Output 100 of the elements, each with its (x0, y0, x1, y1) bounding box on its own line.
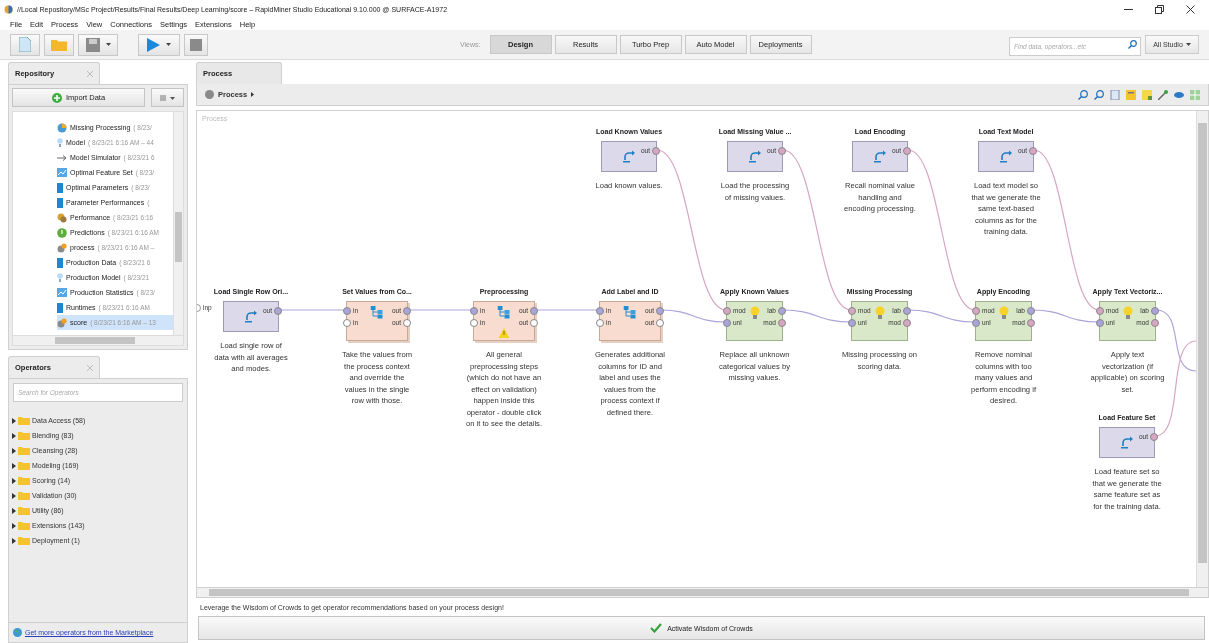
port[interactable] (1151, 319, 1159, 327)
table-icon (57, 182, 63, 193)
note-icon[interactable] (1126, 89, 1136, 100)
port[interactable] (778, 147, 786, 155)
port[interactable] (1096, 319, 1104, 327)
port[interactable] (656, 319, 664, 327)
retrieve-icon (622, 150, 636, 163)
port[interactable] (778, 319, 786, 327)
new-button[interactable] (10, 33, 40, 56)
menu-button[interactable] (151, 88, 184, 107)
port[interactable] (652, 147, 660, 155)
note-icon[interactable] (1142, 89, 1152, 100)
port[interactable] (470, 307, 478, 315)
port[interactable] (596, 319, 604, 327)
port[interactable] (1096, 307, 1104, 315)
search-icon (1128, 40, 1137, 49)
expand-arrow-icon[interactable] (12, 492, 16, 499)
port[interactable] (1150, 433, 1158, 441)
zoom-in-icon[interactable] (1078, 89, 1088, 100)
expand-arrow-icon[interactable] (12, 507, 16, 514)
folder-icon (18, 476, 30, 485)
folder-icon (51, 38, 67, 51)
checkmark-icon (650, 623, 663, 633)
port[interactable] (274, 307, 282, 315)
wand-icon[interactable] (1158, 89, 1168, 100)
table-icon (57, 257, 63, 268)
save-button[interactable] (78, 33, 118, 56)
expand-arrow-icon[interactable] (12, 537, 16, 544)
expand-arrow-icon[interactable] (12, 477, 16, 484)
port[interactable] (530, 307, 538, 315)
plus-icon (51, 92, 62, 103)
expand-arrow-icon[interactable] (12, 447, 16, 454)
expand-arrow-icon[interactable] (12, 417, 16, 424)
lightbulb-icon (57, 137, 63, 148)
port[interactable] (723, 319, 731, 327)
port[interactable] (778, 307, 786, 315)
port[interactable] (596, 307, 604, 315)
model-group-icon (57, 122, 67, 133)
chart-icon (57, 288, 67, 297)
port[interactable] (1151, 307, 1159, 315)
port[interactable] (848, 319, 856, 327)
warning-icon (498, 328, 510, 338)
scrollbar[interactable] (13, 335, 183, 345)
globe-icon (13, 628, 22, 637)
port[interactable] (656, 307, 664, 315)
port[interactable] (343, 319, 351, 327)
lightbulb-icon (1122, 306, 1133, 320)
menu-icon (160, 94, 175, 101)
gear-icon (57, 242, 67, 253)
port[interactable] (530, 319, 538, 327)
document-icon[interactable] (1110, 89, 1120, 100)
port[interactable] (848, 307, 856, 315)
port[interactable] (972, 319, 980, 327)
expand-arrow-icon[interactable] (12, 462, 16, 469)
scrollbar[interactable] (173, 112, 183, 335)
retrieve-icon (244, 310, 258, 323)
port[interactable] (723, 307, 731, 315)
retrieve-icon (1120, 436, 1134, 449)
port[interactable] (403, 307, 411, 315)
play-icon (147, 37, 160, 52)
folder-icon (18, 416, 30, 425)
scrollbar[interactable] (1196, 111, 1208, 587)
run-button[interactable] (138, 33, 180, 56)
port[interactable] (1027, 319, 1035, 327)
table-icon (57, 197, 63, 208)
subprocess-icon (370, 306, 384, 319)
scrollbar[interactable] (196, 588, 1209, 598)
port[interactable] (903, 319, 911, 327)
caret-icon (105, 43, 111, 46)
port[interactable] (1029, 147, 1037, 155)
folder-icon (18, 506, 30, 515)
lightbulb-icon (874, 306, 885, 320)
port[interactable] (1027, 307, 1035, 315)
app-icon (4, 4, 13, 14)
restore-icon[interactable] (1155, 4, 1164, 14)
stop-button[interactable] (184, 33, 208, 56)
lightbulb-icon (57, 272, 63, 283)
subprocess-icon (497, 306, 511, 319)
port[interactable] (403, 319, 411, 327)
zoom-out-icon[interactable] (1094, 89, 1104, 100)
document-icon (19, 37, 31, 52)
caret-icon (166, 43, 171, 46)
minimize-icon[interactable] (1124, 8, 1133, 10)
port[interactable] (972, 307, 980, 315)
folder-icon (18, 446, 30, 455)
port[interactable] (343, 307, 351, 315)
close-icon[interactable] (1186, 4, 1195, 14)
performance-icon (57, 212, 67, 223)
table-icon (57, 302, 63, 313)
retrieve-icon (748, 150, 762, 163)
lightbulb-icon (998, 306, 1009, 320)
folder-icon (18, 491, 30, 500)
expand-arrow-icon[interactable] (12, 522, 16, 529)
port[interactable] (903, 147, 911, 155)
port[interactable] (903, 307, 911, 315)
port[interactable] (470, 319, 478, 327)
expand-arrow-icon[interactable] (12, 432, 16, 439)
open-button[interactable] (44, 33, 74, 56)
caret-icon (1185, 43, 1191, 46)
subprocess-icon (623, 306, 637, 319)
